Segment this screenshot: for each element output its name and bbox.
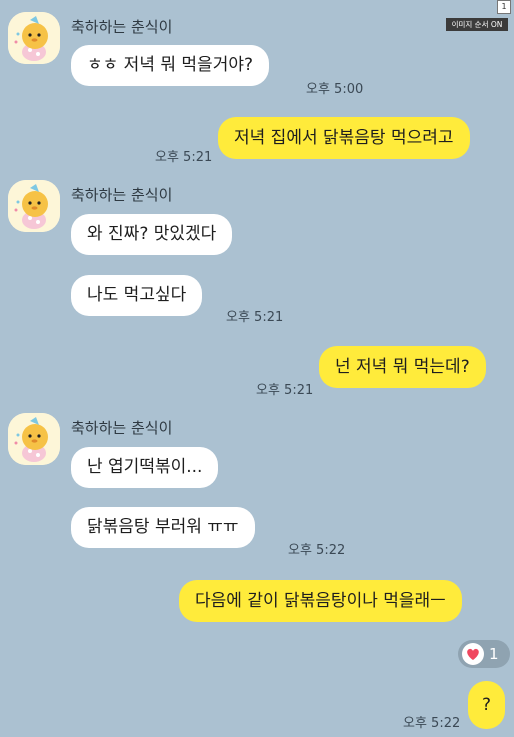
message-time: 오후 5:22 [288, 543, 346, 558]
reaction-count: 1 [489, 645, 499, 663]
message-bubble[interactable]: 넌 저녁 뭐 먹는데? [319, 346, 486, 388]
message-bubble[interactable]: 난 엽기떡볶이... [71, 447, 219, 488]
message-time: 오후 5:22 [403, 716, 461, 731]
message-bubble[interactable]: 나도 먹고싶다 [71, 275, 203, 316]
message-time: 오후 5:00 [306, 82, 364, 97]
sender-name: 축하하는 춘식이 [71, 186, 173, 204]
message-bubble[interactable]: ㅎㅎ 저녁 뭐 먹을거야? [71, 45, 269, 86]
choonsik-avatar-icon [8, 413, 60, 465]
choonsik-avatar-icon [8, 12, 60, 64]
message-bubble[interactable]: 와 진짜? 맛있겠다 [71, 214, 233, 255]
image-order-toggle[interactable]: 이미지 순서 ON [446, 18, 508, 31]
page-number-badge: 1 [497, 0, 511, 14]
sender-name: 축하하는 춘식이 [71, 18, 173, 36]
choonsik-avatar-icon [8, 180, 60, 232]
message-bubble[interactable]: 다음에 같이 닭볶음탕이나 먹을래ㅡ [179, 580, 462, 622]
sender-name: 축하하는 춘식이 [71, 419, 173, 437]
message-bubble[interactable]: 닭볶음탕 부러워 ㅠㅠ [71, 507, 255, 548]
message-time: 오후 5:21 [155, 150, 213, 165]
message-bubble[interactable]: 저녁 집에서 닭볶음탕 먹으려고 [218, 117, 470, 159]
reaction-badge[interactable]: 1 [458, 640, 510, 668]
message-time: 오후 5:21 [256, 383, 314, 398]
avatar[interactable] [8, 180, 60, 232]
avatar[interactable] [8, 413, 60, 465]
avatar[interactable] [8, 12, 60, 64]
heart-icon [462, 643, 484, 665]
message-bubble[interactable]: ? [468, 681, 506, 729]
message-time: 오후 5:21 [226, 310, 284, 325]
